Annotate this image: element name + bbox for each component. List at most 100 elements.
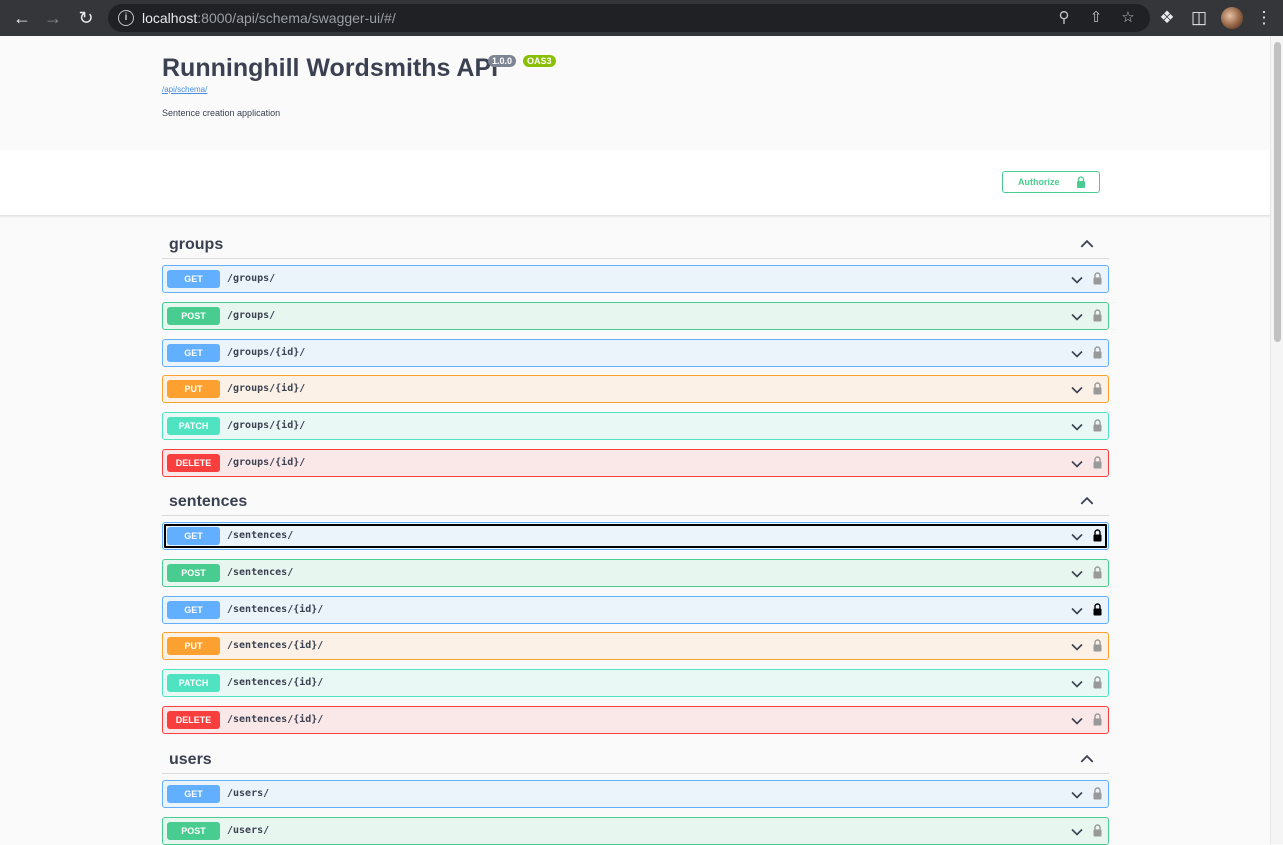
lock-icon[interactable] <box>1092 712 1103 726</box>
operation-get-sentences-0[interactable]: GET/sentences/ <box>162 522 1109 550</box>
extensions-icon[interactable]: ❖ <box>1155 6 1179 30</box>
method-badge: PATCH <box>167 674 220 692</box>
lock-icon[interactable] <box>1092 823 1103 837</box>
schema-link[interactable]: /api/schema/ <box>162 85 207 94</box>
scrollbar-thumb[interactable] <box>1274 42 1281 342</box>
operation-get-groups-2[interactable]: GET/groups/{id}/ <box>162 339 1109 367</box>
operation-path: /users/ <box>227 788 270 799</box>
operation-post-groups-1[interactable]: POST/groups/ <box>162 302 1109 330</box>
lock-icon[interactable] <box>1092 675 1103 689</box>
method-badge: GET <box>167 344 220 362</box>
avatar[interactable] <box>1221 7 1243 29</box>
bookmark-star-icon[interactable]: ☆ <box>1118 8 1138 28</box>
lock-icon[interactable] <box>1092 602 1103 616</box>
method-badge: PATCH <box>167 417 220 435</box>
chevron-down-icon[interactable] <box>1070 273 1084 287</box>
scheme-container: Authorize <box>0 150 1270 216</box>
method-badge: GET <box>167 527 220 545</box>
operation-delete-sentences-5[interactable]: DELETE/sentences/{id}/ <box>162 706 1109 734</box>
method-badge: POST <box>167 822 220 840</box>
operation-get-users-0[interactable]: GET/users/ <box>162 780 1109 808</box>
method-badge: PUT <box>167 637 220 655</box>
method-badge: GET <box>167 601 220 619</box>
tag-header-sentences[interactable]: sentences <box>162 487 1109 516</box>
operation-post-sentences-1[interactable]: POST/sentences/ <box>162 559 1109 587</box>
chevron-down-icon[interactable] <box>1070 347 1084 361</box>
operation-put-sentences-3[interactable]: PUT/sentences/{id}/ <box>162 632 1109 660</box>
side-panel-icon[interactable]: ◫ <box>1187 6 1211 30</box>
address-bar[interactable]: i localhost:8000/api/schema/swagger-ui/#… <box>108 4 1150 32</box>
operation-path: /groups/{id}/ <box>227 383 306 394</box>
chevron-down-icon[interactable] <box>1070 604 1084 618</box>
operation-patch-sentences-4[interactable]: PATCH/sentences/{id}/ <box>162 669 1109 697</box>
chevron-down-icon[interactable] <box>1070 310 1084 324</box>
operation-path: /sentences/{id}/ <box>227 604 324 615</box>
zoom-icon[interactable]: ⚲ <box>1054 8 1074 28</box>
operation-path: /sentences/{id}/ <box>227 640 324 651</box>
api-description: Sentence creation application <box>162 108 281 118</box>
tag-header-groups[interactable]: groups <box>162 230 1109 259</box>
chevron-up-icon[interactable] <box>1079 493 1095 509</box>
tag-name: users <box>169 751 212 768</box>
chevron-down-icon[interactable] <box>1070 530 1084 544</box>
share-icon[interactable]: ⇧ <box>1086 8 1106 28</box>
url-path: :8000/api/schema/swagger-ui/#/ <box>197 10 396 26</box>
operation-path: /sentences/{id}/ <box>227 677 324 688</box>
chevron-down-icon[interactable] <box>1070 788 1084 802</box>
operation-path: /groups/{id}/ <box>227 457 306 468</box>
chevron-up-icon[interactable] <box>1079 751 1095 767</box>
operation-put-groups-3[interactable]: PUT/groups/{id}/ <box>162 375 1109 403</box>
oas-badge: OAS3 <box>523 55 556 67</box>
chevron-down-icon[interactable] <box>1070 420 1084 434</box>
operation-path: /sentences/ <box>227 567 294 578</box>
chevron-down-icon[interactable] <box>1070 640 1084 654</box>
chevron-down-icon[interactable] <box>1070 457 1084 471</box>
operation-get-sentences-2[interactable]: GET/sentences/{id}/ <box>162 596 1109 624</box>
operation-get-groups-0[interactable]: GET/groups/ <box>162 265 1109 293</box>
operation-post-users-1[interactable]: POST/users/ <box>162 817 1109 845</box>
method-badge: DELETE <box>167 711 220 729</box>
lock-icon[interactable] <box>1092 345 1103 359</box>
scrollbar[interactable] <box>1270 36 1283 844</box>
lock-icon[interactable] <box>1092 528 1103 542</box>
authorize-button[interactable]: Authorize <box>1002 171 1100 193</box>
chevron-down-icon[interactable] <box>1070 825 1084 839</box>
chevron-down-icon[interactable] <box>1070 567 1084 581</box>
operation-path: /groups/{id}/ <box>227 347 306 358</box>
chevron-down-icon[interactable] <box>1070 714 1084 728</box>
forward-icon[interactable]: → <box>40 5 66 31</box>
lock-icon <box>1077 176 1085 188</box>
lock-icon[interactable] <box>1092 271 1103 285</box>
lock-icon[interactable] <box>1092 381 1103 395</box>
operation-path: /sentences/ <box>227 530 294 541</box>
tag-name: groups <box>169 236 224 253</box>
chevron-down-icon[interactable] <box>1070 677 1084 691</box>
lock-icon[interactable] <box>1092 308 1103 322</box>
method-badge: POST <box>167 307 220 325</box>
site-info-icon[interactable]: i <box>118 10 134 26</box>
authorize-label: Authorize <box>1018 177 1060 187</box>
url-text[interactable]: localhost:8000/api/schema/swagger-ui/#/ <box>142 10 396 26</box>
back-icon[interactable]: ← <box>9 5 35 31</box>
chevron-down-icon[interactable] <box>1070 383 1084 397</box>
version-badge: 1.0.0 <box>488 55 517 67</box>
operation-path: /groups/{id}/ <box>227 420 306 431</box>
tag-header-users[interactable]: users <box>162 745 1109 774</box>
method-badge: GET <box>167 785 220 803</box>
lock-icon[interactable] <box>1092 786 1103 800</box>
lock-icon[interactable] <box>1092 565 1103 579</box>
chevron-up-icon[interactable] <box>1079 236 1095 252</box>
operation-path: /groups/ <box>227 310 276 321</box>
info-section: Runninghill Wordsmiths API 1.0.0 OAS3 /a… <box>0 36 1270 150</box>
reload-icon[interactable]: ↻ <box>73 5 99 31</box>
operation-patch-groups-4[interactable]: PATCH/groups/{id}/ <box>162 412 1109 440</box>
tag-name: sentences <box>169 493 248 510</box>
method-badge: POST <box>167 564 220 582</box>
menu-icon[interactable]: ⋮ <box>1252 6 1276 30</box>
page-title: Runninghill Wordsmiths API <box>162 54 499 82</box>
operation-delete-groups-5[interactable]: DELETE/groups/{id}/ <box>162 449 1109 477</box>
lock-icon[interactable] <box>1092 418 1103 432</box>
lock-icon[interactable] <box>1092 638 1103 652</box>
lock-icon[interactable] <box>1092 455 1103 469</box>
url-host: localhost <box>142 10 198 26</box>
